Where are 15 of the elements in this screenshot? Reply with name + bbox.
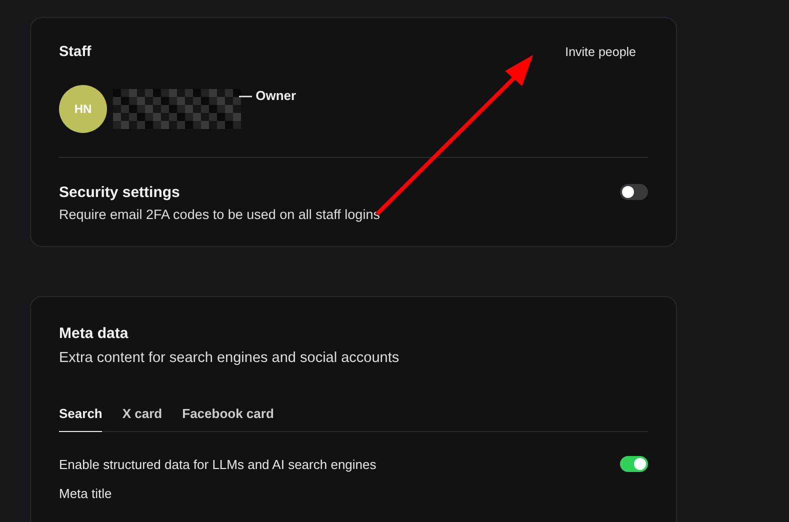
setting-label: Enable structured data for LLMs and AI search engines bbox=[59, 456, 376, 472]
tab[interactable]: Search bbox=[59, 406, 102, 432]
toggle-switch[interactable] bbox=[620, 456, 648, 472]
field-label: Meta title bbox=[59, 486, 113, 501]
section-description: Extra content for search engines and social accounts bbox=[59, 350, 400, 366]
section-description: Require email 2FA codes to be used on all staff logins bbox=[59, 207, 380, 222]
section-title: Security settings bbox=[59, 184, 181, 201]
section-title: Meta data bbox=[59, 325, 130, 342]
member-role: — Owner bbox=[239, 88, 296, 103]
invite-people-link[interactable]: Invite people bbox=[565, 45, 636, 59]
toggle-switch[interactable] bbox=[620, 184, 648, 200]
avatar: HN bbox=[59, 85, 107, 133]
tab[interactable]: X card bbox=[122, 406, 162, 432]
tab[interactable]: Facebook card bbox=[182, 406, 274, 432]
section-title: Staff bbox=[59, 44, 92, 60]
